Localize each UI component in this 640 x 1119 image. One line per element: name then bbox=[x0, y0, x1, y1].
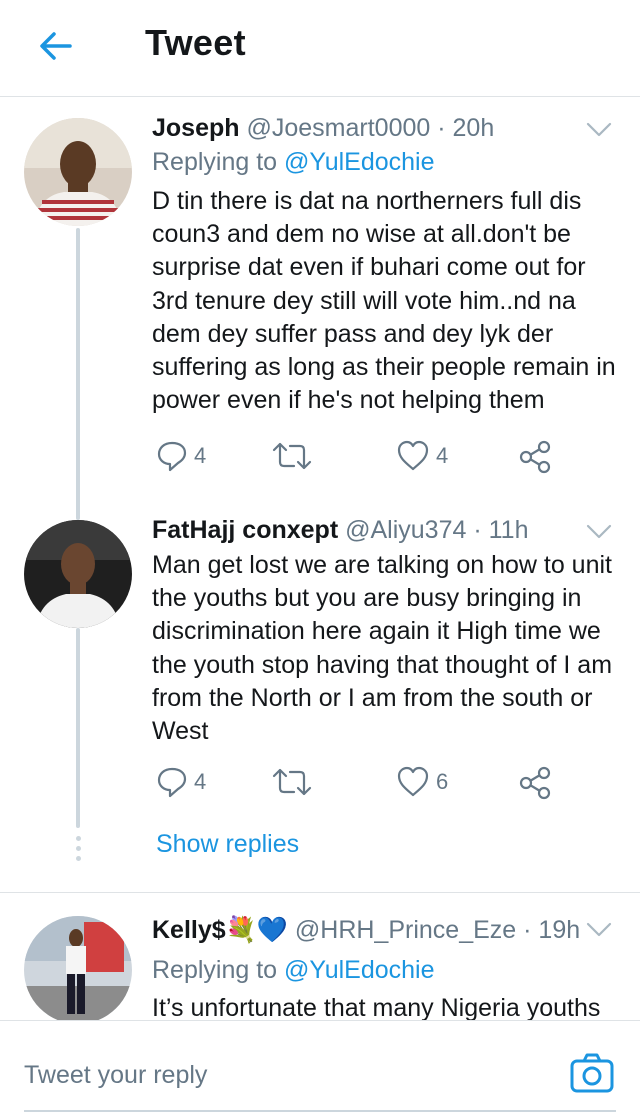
reply-tweet[interactable]: Kelly$💐💙 @HRH_Prince_Eze · 19h Replying … bbox=[0, 900, 640, 1024]
display-name[interactable]: FatHajj conxept bbox=[152, 516, 338, 544]
retweet-button[interactable] bbox=[272, 766, 318, 798]
timestamp: · 19h bbox=[523, 916, 581, 944]
avatar[interactable] bbox=[24, 520, 132, 628]
thread-connector bbox=[76, 628, 80, 828]
thread-continuation-dots bbox=[74, 836, 82, 866]
reply-icon bbox=[157, 441, 187, 472]
like-count: 4 bbox=[436, 443, 449, 468]
username[interactable]: @HRH_Prince_Eze bbox=[295, 916, 516, 944]
input-underline bbox=[24, 1110, 616, 1112]
heart-icon bbox=[397, 766, 429, 797]
reply-input[interactable] bbox=[24, 1057, 544, 1093]
replying-to-handle[interactable]: @YulEdochie bbox=[284, 956, 434, 984]
tweet-header: Joseph @Joesmart0000 · 20h bbox=[152, 114, 494, 143]
display-name[interactable]: Joseph bbox=[152, 114, 240, 142]
tweet-text: D tin there is dat na northerners full d… bbox=[152, 187, 616, 415]
thread-connector bbox=[76, 228, 80, 520]
replying-to: Replying to @YulEdochie bbox=[152, 148, 435, 177]
divider bbox=[0, 892, 640, 893]
replying-to-label: Replying to bbox=[152, 148, 278, 176]
chevron-down-icon[interactable] bbox=[586, 922, 612, 938]
avatar[interactable] bbox=[24, 916, 132, 1024]
reply-button[interactable]: 4 bbox=[156, 440, 206, 472]
tweet-text: Man get lost we are talking on how to un… bbox=[152, 551, 613, 746]
display-name-emoji: 💐💙 bbox=[225, 916, 288, 944]
reply-count: 4 bbox=[194, 443, 207, 468]
chevron-down-icon[interactable] bbox=[586, 122, 612, 138]
retweet-icon bbox=[272, 768, 312, 796]
show-replies-link[interactable]: Show replies bbox=[156, 830, 299, 859]
replying-to-handle[interactable]: @YulEdochie bbox=[284, 148, 434, 176]
avatar[interactable] bbox=[24, 118, 132, 226]
username[interactable]: @Joesmart0000 bbox=[246, 114, 430, 142]
username[interactable]: @Aliyu374 bbox=[345, 516, 466, 544]
reply-button[interactable]: 4 bbox=[156, 766, 206, 798]
replying-to-label: Replying to bbox=[152, 956, 278, 984]
replying-to: Replying to @YulEdochie bbox=[152, 956, 435, 985]
tweet-actions: 4 4 bbox=[152, 440, 572, 480]
reply-count: 4 bbox=[194, 769, 207, 794]
tweet-header: FatHajj conxept @Aliyu374 · 11h bbox=[152, 516, 528, 545]
heart-icon bbox=[397, 440, 429, 471]
tweet-header: Kelly$💐💙 @HRH_Prince_Eze · 19h bbox=[152, 916, 580, 945]
timestamp: · 11h bbox=[473, 516, 529, 544]
top-app-bar: Tweet bbox=[0, 0, 640, 97]
reply-tweet[interactable]: Joseph @Joesmart0000 · 20h Replying to @… bbox=[0, 96, 640, 520]
like-button[interactable]: 6 bbox=[396, 766, 448, 798]
arrow-left-icon[interactable] bbox=[34, 24, 78, 68]
timestamp: · 20h bbox=[437, 114, 495, 142]
page-title: Tweet bbox=[145, 22, 246, 63]
reply-composer bbox=[0, 1020, 640, 1119]
display-name[interactable]: Kelly$ bbox=[152, 916, 226, 944]
share-button[interactable] bbox=[518, 440, 552, 474]
like-button[interactable]: 4 bbox=[396, 440, 448, 472]
chevron-down-icon[interactable] bbox=[586, 524, 612, 540]
like-count: 6 bbox=[436, 769, 449, 794]
tweet-actions: 4 6 bbox=[152, 766, 572, 806]
reply-icon bbox=[157, 767, 187, 798]
share-icon bbox=[519, 766, 551, 800]
share-button[interactable] bbox=[518, 766, 552, 800]
retweet-icon bbox=[272, 442, 312, 470]
share-icon bbox=[519, 440, 551, 474]
retweet-button[interactable] bbox=[272, 440, 318, 472]
reply-tweet[interactable]: FatHajj conxept @Aliyu374 · 11h Man get … bbox=[0, 516, 640, 892]
camera-icon[interactable] bbox=[570, 1053, 614, 1093]
